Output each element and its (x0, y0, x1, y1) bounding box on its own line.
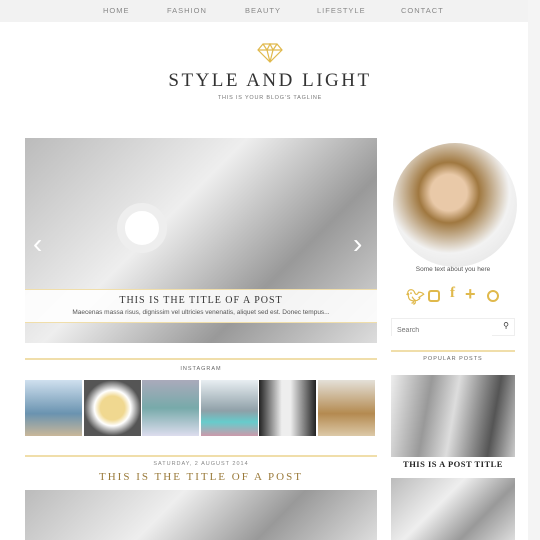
search-box[interactable]: ⚲ (391, 318, 515, 339)
slider-excerpt: Maecenas massa risus, dignissim vel ultr… (72, 309, 330, 316)
popular-posts-heading: POPULAR POSTS (423, 356, 483, 362)
instagram-photo[interactable] (201, 380, 258, 436)
tagline: THIS IS YOUR BLOG'S TAGLINE (217, 95, 323, 101)
instagram-photo[interactable] (318, 380, 375, 436)
divider (25, 358, 377, 360)
instagram-icon[interactable] (428, 290, 440, 302)
diamond-icon (257, 43, 283, 63)
top-nav: HOME FASHION BEAUTY LIFESTYLE CONTACT (0, 0, 528, 22)
nav-home[interactable]: HOME (103, 6, 130, 15)
nav-lifestyle[interactable]: LIFESTYLE (317, 6, 366, 15)
nav-beauty[interactable]: BEAUTY (245, 6, 281, 15)
post-title[interactable]: THIS IS THE TITLE OF A POST (25, 471, 377, 483)
nav-contact[interactable]: CONTACT (401, 6, 444, 15)
about-text: Some text about you here (415, 266, 491, 273)
search-icon[interactable]: ⚲ (503, 321, 509, 330)
pinterest-icon[interactable] (487, 290, 499, 302)
slider-post-title[interactable]: THIS IS THE TITLE OF A POST (25, 295, 377, 306)
plus-icon[interactable]: + (465, 284, 476, 305)
post-date: SATURDAY, 2 AUGUST 2014 (153, 461, 249, 467)
popular-post-title[interactable]: THIS IS A POST TITLE (391, 459, 515, 469)
featured-slider[interactable]: ‹ › THIS IS THE TITLE OF A POST Maecenas… (25, 138, 377, 343)
divider (391, 350, 515, 352)
popular-post-image[interactable] (391, 375, 515, 457)
instagram-photo[interactable] (25, 380, 82, 436)
facebook-icon[interactable]: f (450, 285, 455, 302)
site-title[interactable]: STYLE AND LIGHT (0, 70, 540, 92)
instagram-heading: INSTAGRAM (180, 366, 222, 372)
slider-caption: THIS IS THE TITLE OF A POST Maecenas mas… (25, 289, 377, 323)
prev-arrow[interactable]: ‹ (33, 228, 42, 260)
twitter-icon[interactable]: 🐦︎ (406, 288, 425, 306)
next-arrow[interactable]: › (353, 228, 362, 260)
divider (25, 455, 377, 457)
search-input[interactable] (392, 322, 492, 339)
instagram-photo[interactable] (84, 380, 141, 436)
post-image[interactable] (25, 490, 377, 540)
instagram-photo[interactable] (142, 380, 199, 436)
coffee-cup-image (117, 203, 167, 253)
instagram-photo[interactable] (259, 380, 316, 436)
avatar (393, 143, 517, 267)
popular-post-image[interactable] (391, 478, 515, 540)
nav-fashion[interactable]: FASHION (167, 6, 207, 15)
